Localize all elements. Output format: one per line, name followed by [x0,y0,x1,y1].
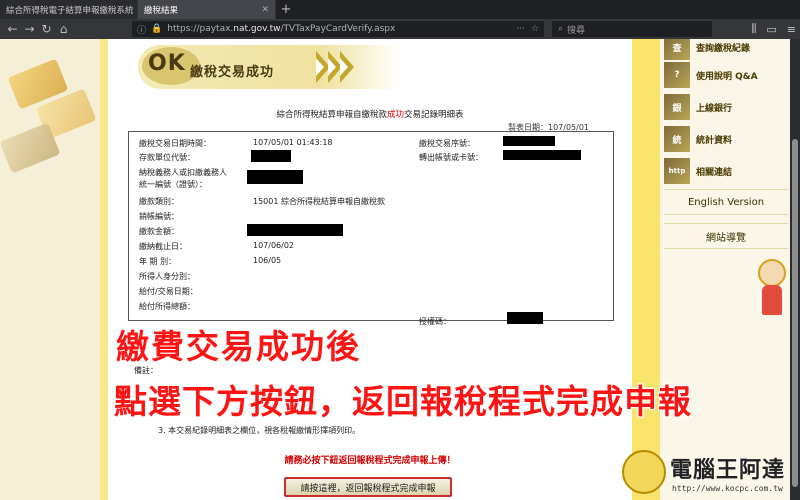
library-icon[interactable]: ⫼ [751,22,756,36]
sidebar-item-label: 統計資料 [696,135,733,146]
txn-datetime-label: 繳稅交易日期時間： [139,139,211,148]
mascot-image [754,259,790,319]
forward-icon[interactable]: → [21,19,38,39]
unit-code-label: 存款單位代號： [139,153,195,162]
help-icon: ? [664,62,690,88]
due-label: 繳納截止日： [139,242,187,251]
taxpayer-label-1: 納稅義務人或扣繳義務人 [139,168,227,177]
address-bar[interactable]: ⓘ 🔒 https://paytax. nat.gov.tw/TVTaxPayCa… [132,21,544,37]
sales-no-label: 銷帳編號： [139,212,179,221]
nav-bar: ← → ↻ ⌂ ⓘ 🔒 https://paytax. nat.gov.tw/TV… [0,19,800,39]
close-icon[interactable]: ✕ [261,5,269,15]
tab-tax-system[interactable]: 綜合所得稅電子結算申報繳稅系統 ✕ [0,0,138,19]
annotation-line-2: 點選下方按鈕，返回報稅程式完成申報 [114,382,692,421]
url-prefix: https://paytax. [167,24,234,34]
home-icon[interactable]: ⌂ [55,19,72,39]
back-icon[interactable]: ← [4,19,21,39]
toolbar: ⫼ ▭ ≡ [751,19,796,39]
taxpayer-label-2: 統一編號（證號）： [139,180,207,189]
return-to-program-button[interactable]: 請按這裡，返回報稅程式完成申報 [284,477,452,497]
search-input[interactable]: ⌕ 搜尋 [552,21,712,37]
pay-date-label: 給付/交易日期： [139,287,198,296]
sidebar-item-label: 上線銀行 [696,103,733,114]
sidebar-item-label: 相關連結 [696,167,733,178]
tab-bar: 綜合所得稅電子結算申報繳稅系統 ✕ 繳稅結果 ✕ + [0,0,800,19]
sidebar-item-stats[interactable]: 統 統計資料 [664,125,788,153]
redaction [507,312,543,324]
bookmark-icon[interactable]: ☆ [531,24,539,34]
sidebar-toggle-icon[interactable]: ▭ [766,23,776,36]
menu-icon[interactable]: ≡ [787,23,796,36]
account-label: 轉出帳號或卡號： [419,153,483,162]
bank-icon: 銀 [664,94,690,120]
main-panel: OK 繳稅交易成功 綜合所得稅結算申報自繳稅款成功交易記錄明細表 製表日期：10… [108,39,632,500]
sidebar-item-help[interactable]: ? 使用說明 Q&A [664,61,788,89]
redaction [247,170,303,184]
income-id-label: 所得人身分別： [139,272,195,281]
lock-icon[interactable]: 🔒 [151,24,162,34]
sidebar-item-english[interactable]: English Version [664,189,788,215]
annotation-line-1: 繳費交易成功後 [116,327,361,366]
sidebar-item-sitemap[interactable]: 網站導覽 [664,223,788,249]
mascot-logo-icon [622,450,666,494]
sidebar-item-links[interactable]: http 相關連結 [664,157,788,185]
chevrons-icon [316,45,354,89]
receipt-heading: 綜合所得稅結算申報自繳稅款成功交易記錄明細表 [276,110,464,120]
info-icon[interactable]: ⓘ [137,23,146,36]
txn-datetime-value: 107/05/01 01:43:18 [253,138,333,147]
yellow-stripe [100,39,108,500]
sidebar-item-banks[interactable]: 銀 上線銀行 [664,93,788,121]
sidebar-item-records[interactable]: 查 查詢繳稅紀錄 [664,39,788,61]
redaction [247,224,343,236]
sidebar-item-label: 使用說明 Q&A [696,71,758,82]
watermark-name: 電腦王阿達 [670,458,786,483]
url-domain: nat.gov.tw [233,24,281,34]
new-tab-icon[interactable]: + [276,0,296,19]
due-value: 107/06/02 [253,241,295,250]
statistics-icon: 統 [664,126,690,152]
tax-type-value: 15001 綜合所得稅結算申報自繳稅款 [253,197,385,206]
redaction [503,150,581,160]
sidebar-item-label: 查詢繳稅紀錄 [696,43,751,54]
yellow-stripe [632,39,660,500]
reload-icon[interactable]: ↻ [38,19,55,39]
year-value: 106/05 [253,256,282,265]
receipt-table: 繳稅交易日期時間： 107/05/01 01:43:18 繳稅交易序號： 存款單… [128,131,614,326]
redaction [251,150,291,162]
redaction [503,136,555,146]
search-placeholder: 搜尋 [567,25,586,36]
amount-label: 繳款金額： [139,227,179,236]
watermark: 電腦王阿達 http://www.kocpc.com.tw [622,448,798,498]
tab-label: 繳稅結果 [144,5,179,16]
pay-total-label: 給付所得總額： [139,302,195,311]
auth-label: 授權碼： [419,317,451,326]
link-icon: http [664,158,690,184]
more-icon[interactable]: ··· [516,24,525,34]
scrollbar-thumb[interactable] [792,139,798,487]
sidebar: 查 查詢繳稅紀錄 ? 使用說明 Q&A 銀 上線銀行 統 統計資料 http 相… [660,39,790,500]
year-label: 年 期 別： [139,257,177,266]
records-icon: 查 [664,39,690,60]
must-upload-warning: 請務必按下鈕返回報稅程式完成申報上傳！ [284,456,456,466]
tab-tax-result[interactable]: 繳稅結果 ✕ [138,0,276,19]
search-icon: ⌕ [558,24,564,34]
watermark-url: http://www.kocpc.com.tw [672,484,783,493]
ok-label: OK [148,51,186,76]
tax-type-label: 繳款類別： [139,197,179,206]
scrollbar[interactable] [790,39,800,500]
tab-label: 綜合所得稅電子結算申報繳稅系統 [6,5,134,16]
url-path: /TVTaxPayCardVerify.aspx [280,24,396,34]
txn-seq-label: 繳稅交易序號： [419,139,475,148]
note-item-3: 3. 本交易紀錄明細表之欄位，視各稅報繳情形擇項列印。 [158,426,361,435]
success-title: 繳稅交易成功 [190,65,275,80]
page-content: OK 繳稅交易成功 綜合所得稅結算申報自繳稅款成功交易記錄明細表 製表日期：10… [0,39,800,500]
left-decoration [0,39,100,500]
